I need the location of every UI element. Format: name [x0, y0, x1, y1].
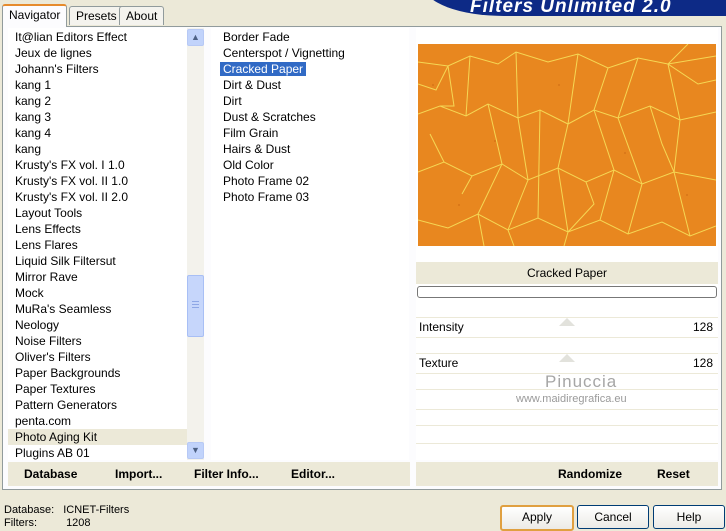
filter-item[interactable]: Dirt — [211, 93, 409, 109]
category-item[interactable]: Lens Flares — [8, 237, 204, 253]
filter-item-label: Photo Frame 03 — [223, 190, 310, 204]
apply-button[interactable]: Apply — [500, 505, 574, 531]
filters-status: Filters: 1208 — [4, 517, 91, 529]
filter-item-label: Film Grain — [223, 126, 279, 140]
filter-item[interactable]: Hairs & Dust — [211, 141, 409, 157]
watermark-name: Pinuccia — [545, 372, 618, 391]
app-title: Filters Unlimited 2.0 — [470, 0, 672, 17]
category-item[interactable]: Paper Textures — [8, 381, 204, 397]
filter-item-label: Centerspot / Vignetting — [223, 46, 345, 60]
filter-item[interactable]: Old Color — [211, 157, 409, 173]
filter-item[interactable]: Centerspot / Vignetting — [211, 45, 409, 61]
filter-item[interactable]: Dirt & Dust — [211, 77, 409, 93]
scroll-down-icon[interactable]: ▼ — [187, 442, 204, 459]
category-item[interactable]: kang 1 — [8, 77, 204, 93]
filters-value: 1208 — [66, 517, 91, 529]
category-list[interactable]: It@lian Editors Effect Jeux de lignes Joha… — [8, 28, 204, 460]
category-item[interactable]: Photo Aging Kit — [8, 429, 204, 445]
filter-item[interactable]: Photo Frame 02 — [211, 173, 409, 189]
filter-item-label: Border Fade — [223, 30, 290, 44]
filters-label: Filters: — [4, 517, 37, 529]
filter-item[interactable]: Border Fade — [211, 29, 409, 45]
category-scrollbar[interactable]: ▲ ▼ — [187, 28, 204, 460]
category-item[interactable]: Noise Filters — [8, 333, 204, 349]
intensity-label: Intensity — [419, 320, 464, 334]
category-item[interactable]: Neology — [8, 317, 204, 333]
reset-button[interactable]: Reset — [657, 467, 690, 481]
cracked-paper-texture — [418, 44, 716, 246]
category-item[interactable]: Mock — [8, 285, 204, 301]
intensity-slider[interactable]: Intensity 128 — [416, 318, 718, 336]
tab-navigator[interactable]: Navigator — [2, 4, 68, 27]
cancel-button[interactable]: Cancel — [577, 505, 649, 529]
database-label: Database: — [4, 504, 55, 516]
slider-marker-icon — [559, 318, 575, 326]
texture-slider[interactable]: Texture 128 — [416, 354, 718, 372]
import-button[interactable]: Import... — [115, 467, 162, 481]
texture-label: Texture — [419, 356, 459, 370]
filter-item[interactable]: Film Grain — [211, 125, 409, 141]
slider-marker-icon — [559, 354, 575, 362]
filter-item[interactable]: Cracked Paper — [211, 61, 409, 77]
filter-item[interactable]: Dust & Scratches — [211, 109, 409, 125]
category-item[interactable]: kang 3 — [8, 109, 204, 125]
editor-button[interactable]: Editor... — [291, 467, 335, 481]
category-item[interactable]: Liquid Silk Filtersut — [8, 253, 204, 269]
category-item[interactable]: Plugins AB 01 — [8, 445, 204, 460]
filter-item-label: Dirt — [223, 94, 242, 108]
category-item[interactable]: kang 2 — [8, 93, 204, 109]
category-item[interactable]: kang — [8, 141, 204, 157]
category-item[interactable]: Krusty's FX vol. II 1.0 — [8, 173, 204, 189]
category-item[interactable]: Krusty's FX vol. I 1.0 — [8, 157, 204, 173]
filter-item-label: Hairs & Dust — [223, 142, 291, 156]
scrollbar-thumb[interactable] — [187, 275, 204, 337]
filter-info-button[interactable]: Filter Info... — [194, 467, 259, 481]
progress-bar — [417, 286, 717, 298]
database-value: ICNET-Filters — [63, 504, 130, 516]
database-button[interactable]: Database — [24, 467, 77, 481]
filter-item-label: Dirt & Dust — [223, 78, 282, 92]
category-item[interactable]: Krusty's FX vol. II 2.0 — [8, 189, 204, 205]
filter-item[interactable]: Photo Frame 03 — [211, 189, 409, 205]
database-status: Database: ICNET-Filters — [4, 504, 129, 516]
category-item[interactable]: penta.com — [8, 413, 204, 429]
randomize-button[interactable]: Randomize — [558, 467, 622, 481]
intensity-value: 128 — [692, 320, 713, 334]
tab-about[interactable]: About — [119, 6, 165, 25]
filter-item-label: Cracked Paper — [220, 62, 307, 76]
left-toolbar: Database Import... Filter Info... Editor… — [8, 462, 410, 486]
category-item[interactable]: Jeux de lignes — [8, 45, 204, 61]
watermark-url: www.maidiregrafica.eu — [516, 393, 627, 405]
texture-value: 128 — [692, 356, 713, 370]
tab-presets[interactable]: Presets — [69, 6, 124, 25]
filter-preview-image — [418, 44, 716, 246]
category-item[interactable]: Layout Tools — [8, 205, 204, 221]
category-item[interactable]: Pattern Generators — [8, 397, 204, 413]
category-item[interactable]: Mirror Rave — [8, 269, 204, 285]
filter-list[interactable]: Border Fade Centerspot / Vignetting Cracke… — [211, 28, 409, 460]
category-item[interactable]: Johann's Filters — [8, 61, 204, 77]
scroll-up-icon[interactable]: ▲ — [187, 29, 204, 46]
category-item[interactable]: MuRa's Seamless — [8, 301, 204, 317]
selected-filter-name: Cracked Paper — [416, 262, 718, 284]
category-item[interactable]: Oliver's Filters — [8, 349, 204, 365]
filter-item-label: Photo Frame 02 — [223, 174, 310, 188]
filter-item-label: Dust & Scratches — [223, 110, 316, 124]
right-toolbar: Randomize Reset — [416, 462, 718, 486]
category-item[interactable]: Lens Effects — [8, 221, 204, 237]
category-item[interactable]: Paper Backgrounds — [8, 365, 204, 381]
filter-item-label: Old Color — [223, 158, 274, 172]
help-button[interactable]: Help — [653, 505, 725, 529]
category-item[interactable]: kang 4 — [8, 125, 204, 141]
category-item[interactable]: It@lian Editors Effect — [8, 29, 204, 45]
